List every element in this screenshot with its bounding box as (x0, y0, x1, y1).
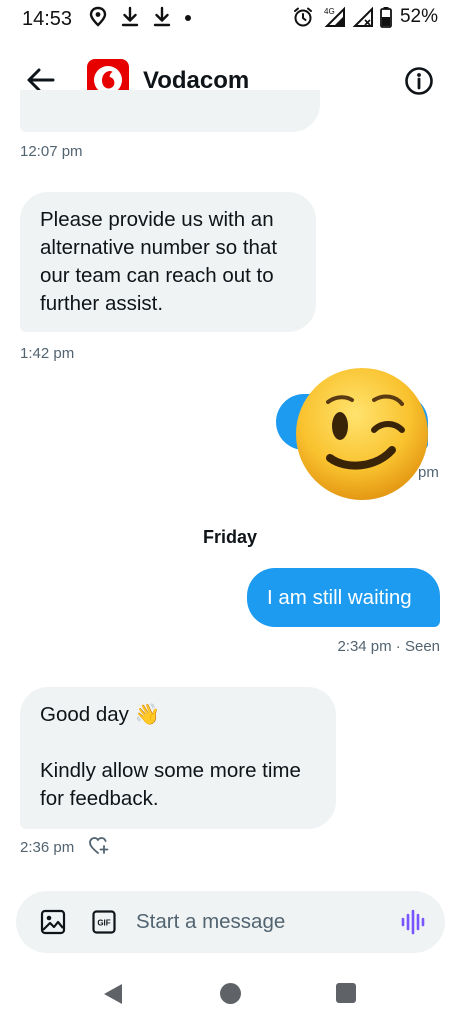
message-line: Good day 👋 (40, 703, 161, 726)
network-4g-icon: 4G (324, 6, 345, 27)
message-bubble-incoming-partial[interactable] (20, 90, 320, 132)
message-timestamp-seen: 2:34 pm · Seen (337, 638, 440, 655)
message-input[interactable] (136, 907, 376, 937)
nav-back-icon[interactable] (102, 982, 124, 1006)
message-composer: GIF (16, 891, 445, 953)
gif-icon[interactable]: GIF (92, 910, 116, 934)
download-icon (153, 6, 171, 27)
status-notification-icons (88, 6, 192, 28)
battery-icon (380, 7, 392, 28)
alarm-icon (293, 7, 312, 27)
message-line-blank (40, 729, 316, 757)
message-line: for feedback. (40, 787, 159, 810)
nav-home-icon[interactable] (220, 983, 241, 1004)
message-line: our team can reach out to (40, 264, 274, 287)
status-system-icons: 4G 52% (292, 6, 438, 28)
gif-label: GIF (97, 919, 110, 928)
add-reaction-heart-icon[interactable] (88, 836, 110, 856)
message-bubble-incoming[interactable]: Good day 👋 Kindly allow some more time f… (20, 687, 336, 829)
status-time: 14:53 (22, 8, 73, 30)
network-label: 4G (324, 7, 335, 16)
image-icon[interactable] (40, 909, 66, 935)
location-pin-icon (89, 6, 107, 27)
message-line: Kindly allow some more time (40, 759, 301, 782)
winking-face-emoji-icon[interactable] (278, 366, 440, 502)
status-bar: 14:53 4G 52% (0, 0, 460, 36)
message-line: alternative number so that (40, 236, 278, 259)
info-icon[interactable] (404, 66, 434, 96)
dot-icon (185, 15, 191, 21)
system-navigation-bar (0, 964, 460, 1024)
message-timestamp: 12:07 pm (20, 143, 83, 160)
message-bubble-incoming[interactable]: Please provide us with an alternative nu… (20, 192, 316, 332)
voice-message-icon[interactable] (400, 908, 426, 936)
message-bubble-outgoing[interactable]: I am still waiting (247, 568, 440, 627)
download-icon (121, 6, 139, 27)
message-text: I am still waiting (267, 586, 412, 609)
message-timestamp: 1:42 pm (20, 345, 75, 362)
message-line: further assist. (40, 292, 164, 315)
message-timestamp: 2:36 pm (20, 839, 75, 856)
message-line: Please provide us with an (40, 208, 274, 231)
nav-recents-icon[interactable] (336, 983, 356, 1003)
day-separator: Friday (202, 527, 258, 547)
battery-percentage: 52% (399, 6, 438, 27)
signal-icon (352, 6, 373, 27)
